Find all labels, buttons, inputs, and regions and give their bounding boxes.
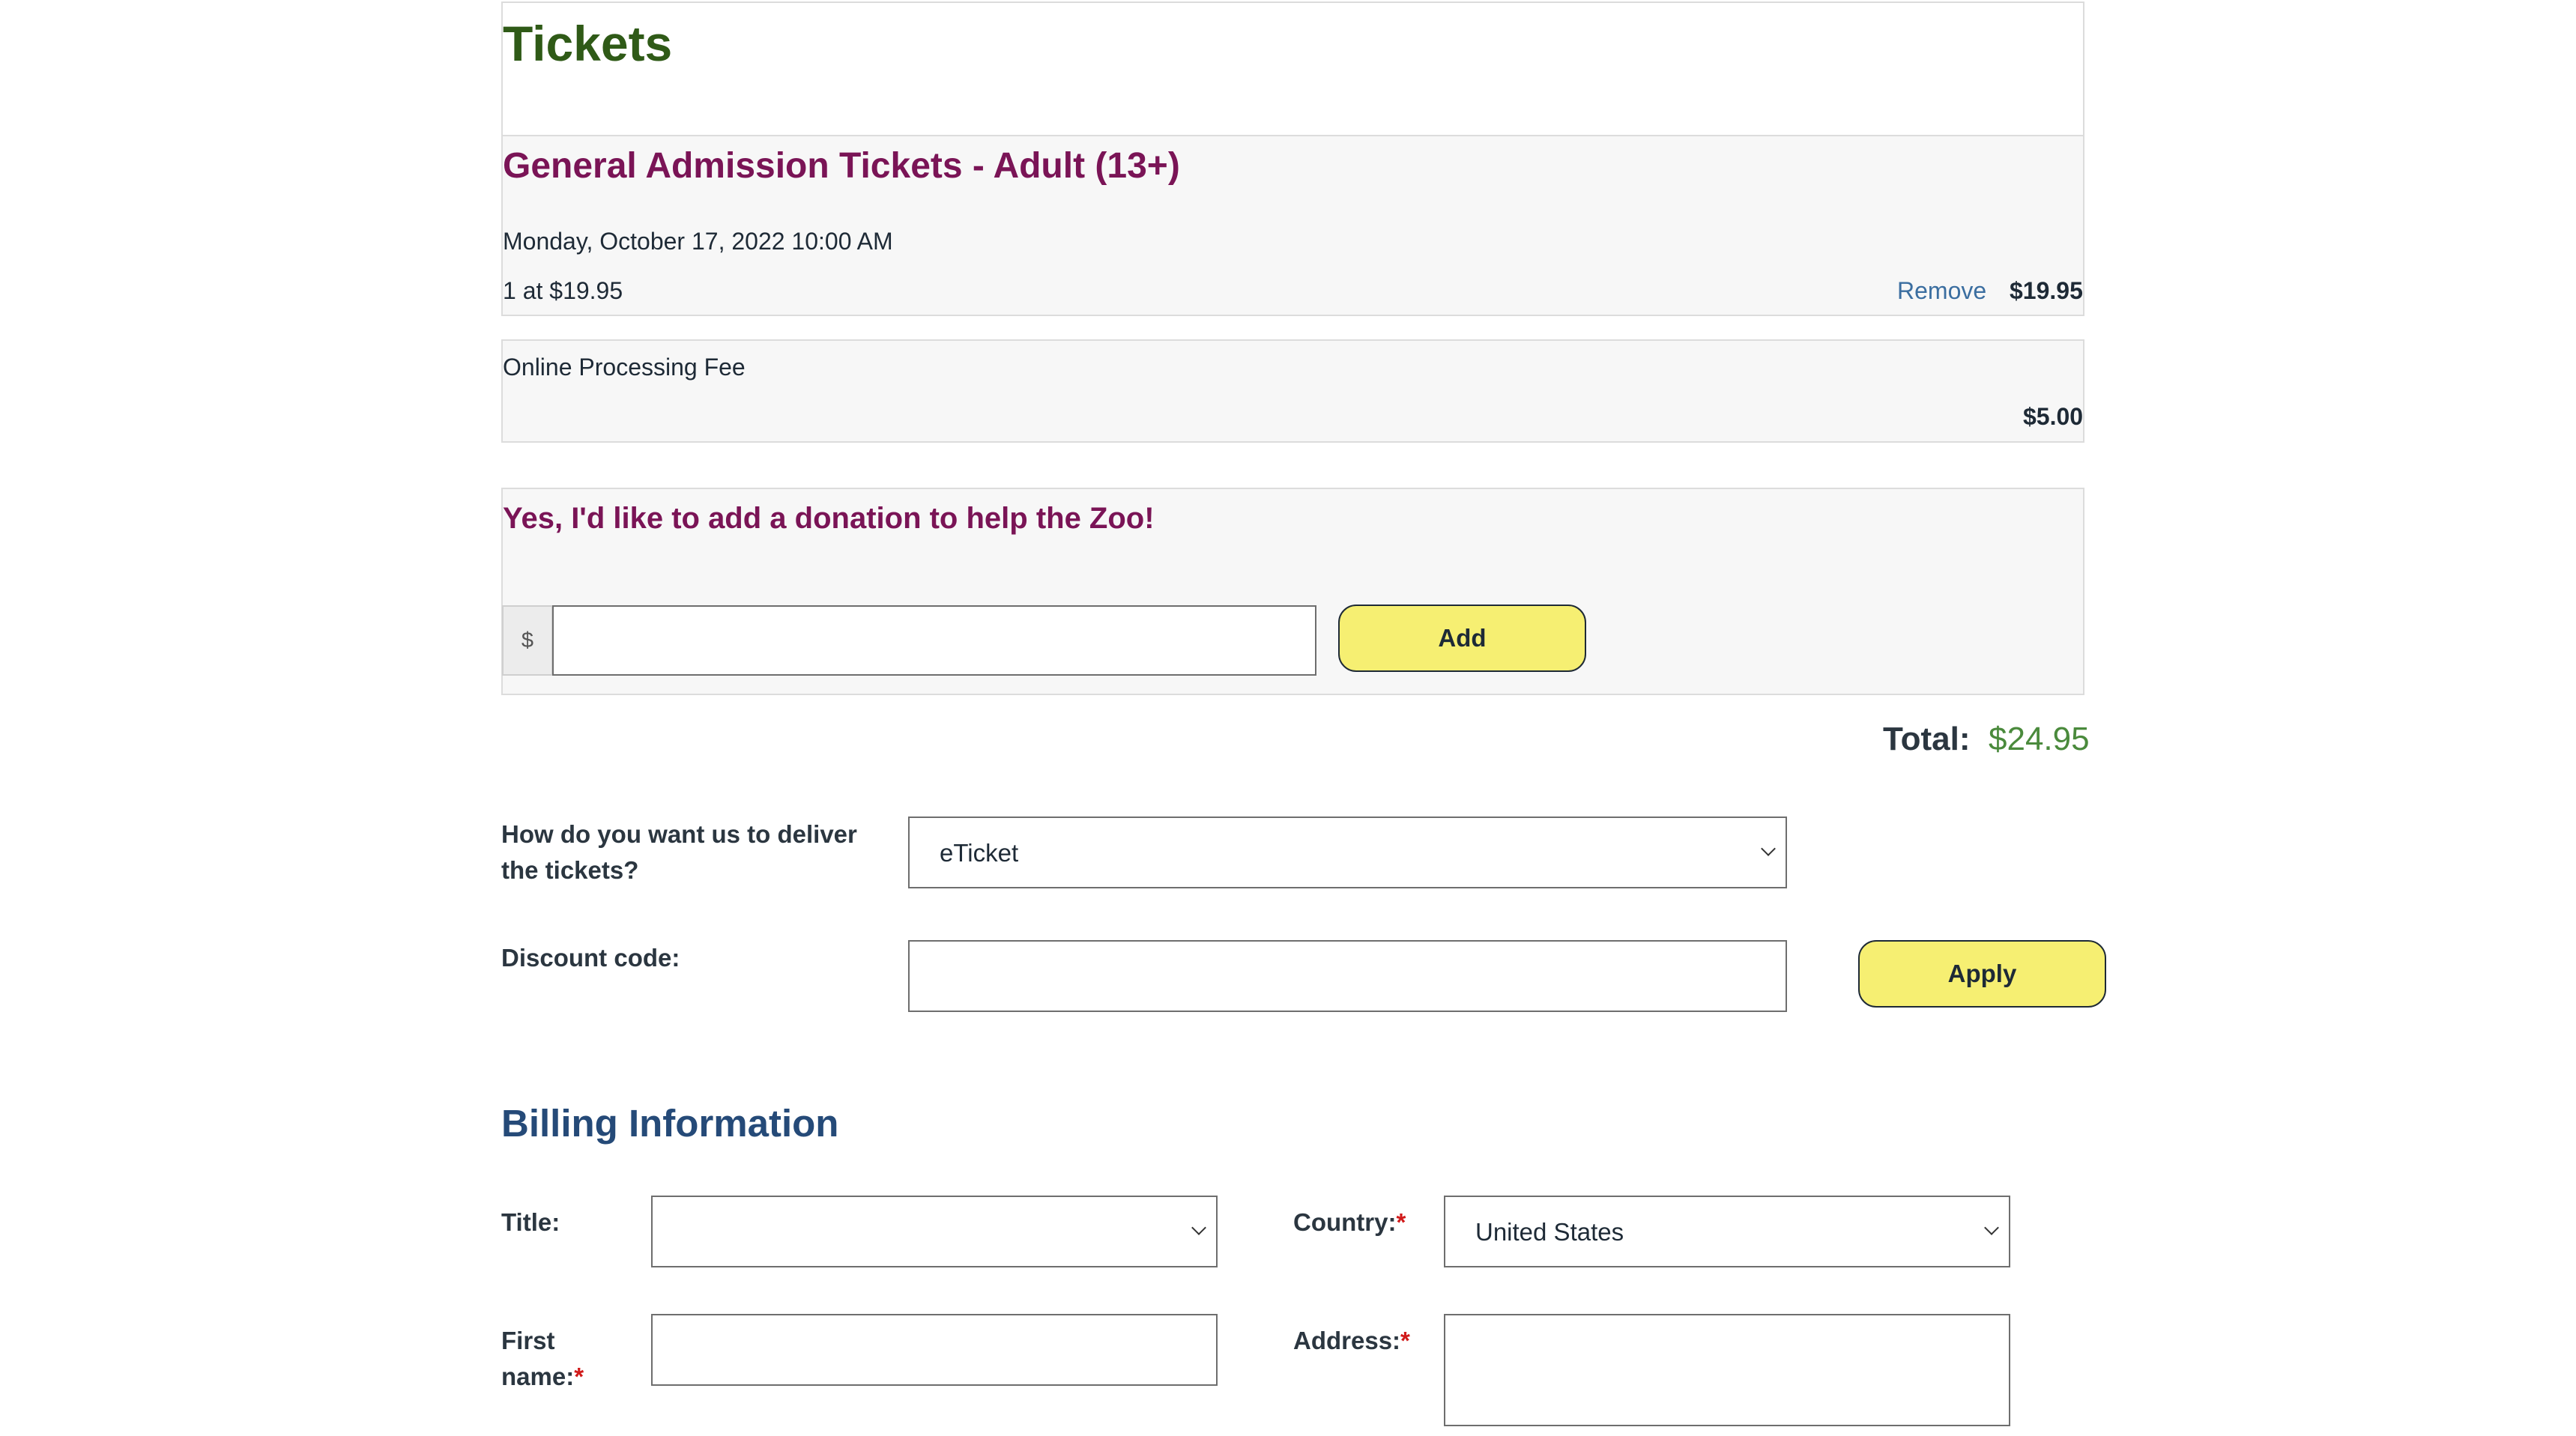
discount-code-input[interactable] xyxy=(908,940,1787,1012)
chevron-down-icon xyxy=(1761,841,1776,856)
cart-item-quantity: 1 at $19.95 xyxy=(503,277,623,304)
fee-label: Online Processing Fee xyxy=(503,354,746,381)
fee-price: $5.00 xyxy=(2023,403,2084,430)
total-value: $24.95 xyxy=(1989,721,2090,757)
remove-link[interactable]: Remove xyxy=(1897,277,1986,305)
tickets-header xyxy=(501,1,2084,135)
donation-amount-input[interactable] xyxy=(552,605,1316,676)
chevron-down-icon xyxy=(1191,1220,1206,1235)
currency-addon: $ xyxy=(502,605,553,676)
delivery-label: How do you want us to deliver the ticket… xyxy=(501,820,857,884)
cart-item-date: Monday, October 17, 2022 10:00 AM xyxy=(503,228,893,255)
delivery-selected-value: eTicket xyxy=(940,839,1019,867)
first-name-input[interactable] xyxy=(651,1314,1218,1386)
apply-discount-button[interactable]: Apply xyxy=(1858,940,2106,1008)
country-label: Country:* xyxy=(1293,1208,1406,1236)
page-title: Tickets xyxy=(503,16,673,71)
cart-item-title: General Admission Tickets - Adult (13+) xyxy=(503,146,1180,186)
delivery-select[interactable]: eTicket xyxy=(908,817,1787,888)
title-label: Title: xyxy=(501,1208,560,1236)
cart-item-price: $19.95 xyxy=(2010,277,2083,304)
address-label: Address:* xyxy=(1293,1327,1410,1354)
donation-title: Yes, I'd like to add a donation to help … xyxy=(503,502,1155,535)
title-select[interactable] xyxy=(651,1196,1218,1267)
chevron-down-icon xyxy=(1984,1220,1999,1235)
country-select[interactable]: United States xyxy=(1444,1196,2010,1267)
billing-section-title: Billing Information xyxy=(501,1102,839,1145)
first-name-label: First name:* xyxy=(501,1327,584,1390)
discount-label: Discount code: xyxy=(501,944,680,972)
country-selected-value: United States xyxy=(1475,1218,1624,1246)
address-textarea[interactable] xyxy=(1444,1314,2010,1426)
total-label: Total: xyxy=(1883,721,1971,757)
add-donation-button[interactable]: Add xyxy=(1338,605,1586,672)
